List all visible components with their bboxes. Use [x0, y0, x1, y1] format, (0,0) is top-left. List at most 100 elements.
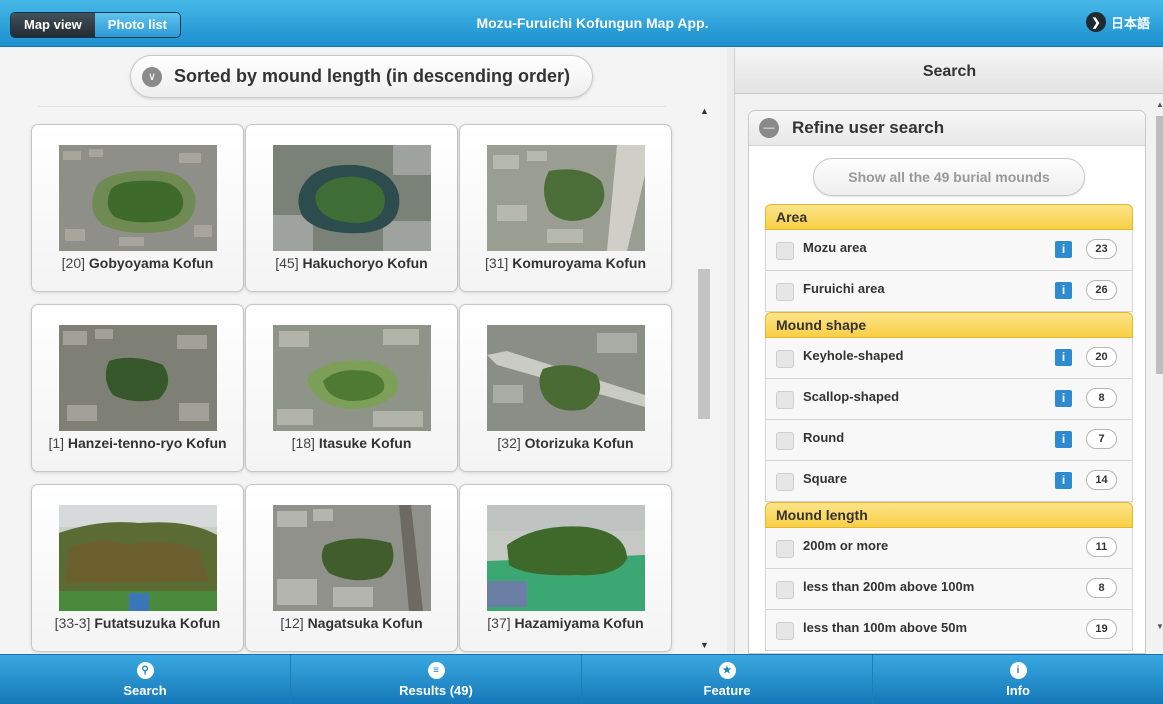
photo-card[interactable]: [18] Itasuke Kofun: [245, 304, 458, 472]
kofun-photo: [487, 145, 645, 251]
chevron-down-icon: ∨: [142, 66, 162, 87]
info-icon[interactable]: i: [1055, 282, 1072, 299]
photo-list-panel: ∨ Sorted by mound length (in descending …: [0, 48, 727, 654]
filter-option[interactable]: Keyhole-shaped i 20: [765, 338, 1133, 379]
filter-option[interactable]: Square i 14: [765, 461, 1133, 502]
checkbox[interactable]: [776, 622, 794, 640]
scroll-down-icon[interactable]: ▼: [1156, 622, 1163, 631]
info-icon[interactable]: i: [1055, 349, 1072, 366]
app-header: Map view Photo list Mozu-Furuichi Kofung…: [0, 0, 1163, 47]
kofun-id: [1]: [48, 435, 65, 451]
checkbox[interactable]: [776, 242, 794, 260]
photo-card[interactable]: [20] Gobyoyama Kofun: [31, 124, 244, 292]
filter-option[interactable]: Round i 7: [765, 420, 1133, 461]
photo-card[interactable]: [37] Hazamiyama Kofun: [459, 484, 672, 652]
tab-results[interactable]: ≡ Results (49): [291, 655, 582, 704]
info-icon[interactable]: i: [1055, 472, 1072, 489]
filter-option-label: Scallop-shaped: [803, 389, 900, 404]
photo-caption: [12] Nagatsuka Kofun: [246, 615, 457, 631]
info-icon[interactable]: i: [1055, 390, 1072, 407]
checkbox[interactable]: [776, 581, 794, 599]
photo-card[interactable]: [45] Hakuchoryo Kofun: [245, 124, 458, 292]
count-badge: 26: [1086, 280, 1117, 300]
app-title: Mozu-Furuichi Kofungun Map App.: [476, 15, 709, 31]
refine-search-section: — Refine user search Show all the 49 bur…: [748, 110, 1146, 654]
kofun-id: [32]: [497, 435, 521, 451]
kofun-photo: [487, 325, 645, 431]
photo-card[interactable]: [31] Komuroyama Kofun: [459, 124, 672, 292]
filter-option-label: Mozu area: [803, 240, 867, 255]
kofun-name: Hanzei-tenno-ryo Kofun: [67, 435, 227, 451]
count-badge: 20: [1086, 347, 1117, 367]
photo-card[interactable]: [33-3] Futatsuzuka Kofun: [31, 484, 244, 652]
photo-list-scrollbar[interactable]: ▲ ▼: [695, 106, 713, 654]
checkbox[interactable]: [776, 283, 794, 301]
kofun-photo: [59, 145, 217, 251]
filter-option-label: 200m or more: [803, 538, 889, 553]
photo-card[interactable]: [1] Hanzei-tenno-ryo Kofun: [31, 304, 244, 472]
kofun-photo: [59, 325, 217, 431]
tab-label: Feature: [703, 682, 751, 698]
filter-group-header: Mound shape: [765, 312, 1133, 338]
scroll-down-icon[interactable]: ▼: [700, 640, 709, 650]
checkbox[interactable]: [776, 432, 794, 450]
kofun-id: [20]: [61, 255, 85, 271]
filter-option[interactable]: Scallop-shaped i 8: [765, 379, 1133, 420]
scroll-up-icon[interactable]: ▲: [700, 106, 709, 116]
count-badge: 14: [1086, 470, 1117, 490]
tab-feature[interactable]: ★ Feature: [582, 655, 873, 704]
checkbox[interactable]: [776, 473, 794, 491]
show-all-button[interactable]: Show all the 49 burial mounds: [813, 158, 1085, 196]
chevron-right-icon: ❯: [1085, 12, 1106, 32]
search-panel-scrollbar[interactable]: ▲ ▼: [1154, 100, 1163, 640]
photo-card[interactable]: [12] Nagatsuka Kofun: [245, 484, 458, 652]
checkbox[interactable]: [776, 391, 794, 409]
tab-label: Search: [123, 682, 167, 698]
filter-option[interactable]: less than 100m above 50m 19: [765, 610, 1133, 651]
kofun-name: Komuroyama Kofun: [512, 255, 647, 271]
filter-option[interactable]: 200m or more 11: [765, 528, 1133, 569]
filter-option-label: Round: [803, 430, 845, 445]
filter-option[interactable]: Mozu area i 23: [765, 230, 1133, 271]
filter-group-header: Mound length: [765, 502, 1133, 528]
filter-option-label: less than 200m above 100m: [803, 579, 975, 594]
divider: [38, 106, 666, 107]
checkbox[interactable]: [776, 350, 794, 368]
info-icon[interactable]: i: [1055, 431, 1072, 448]
kofun-photo: [273, 505, 431, 611]
photo-caption: [31] Komuroyama Kofun: [460, 255, 671, 271]
sort-label: Sorted by mound length (in descending or…: [174, 66, 571, 86]
sort-button[interactable]: ∨ Sorted by mound length (in descending …: [130, 55, 593, 98]
search-panel: Search — Refine user search Show all the…: [734, 48, 1163, 654]
list-icon: ≡: [427, 661, 445, 679]
refine-search-header[interactable]: — Refine user search: [749, 111, 1145, 146]
filter-group-header: Area: [765, 204, 1133, 230]
photo-caption: [45] Hakuchoryo Kofun: [246, 255, 457, 271]
filter-group-mound-length: Mound length 200m or more 11 less than 2…: [765, 502, 1133, 651]
star-icon: ★: [718, 661, 736, 679]
scroll-up-icon[interactable]: ▲: [1156, 100, 1163, 109]
kofun-photo: [487, 505, 645, 611]
photo-card[interactable]: [32] Otorizuka Kofun: [459, 304, 672, 472]
tab-search[interactable]: ⚲ Search: [0, 655, 291, 704]
tab-info[interactable]: i Info: [873, 655, 1163, 704]
kofun-id: [45]: [275, 255, 299, 271]
kofun-name: Itasuke Kofun: [318, 435, 412, 451]
tab-label: Results (49): [399, 682, 473, 698]
filter-option[interactable]: less than 200m above 100m 8: [765, 569, 1133, 610]
checkbox[interactable]: [776, 540, 794, 558]
info-icon[interactable]: i: [1055, 241, 1072, 258]
scroll-thumb[interactable]: [1156, 116, 1163, 374]
count-badge: 8: [1086, 388, 1117, 408]
filter-option[interactable]: Furuichi area i 26: [765, 271, 1133, 312]
filter-option-label: Furuichi area: [803, 281, 885, 296]
filter-option-label: less than 100m above 50m: [803, 620, 968, 635]
kofun-name: Otorizuka Kofun: [524, 435, 634, 451]
photo-caption: [37] Hazamiyama Kofun: [460, 615, 671, 631]
kofun-name: Futatsuzuka Kofun: [94, 615, 221, 631]
language-button[interactable]: ❯ 日本語: [1085, 12, 1150, 32]
scroll-thumb[interactable]: [698, 269, 710, 419]
count-badge: 7: [1086, 429, 1117, 449]
photo-caption: [1] Hanzei-tenno-ryo Kofun: [32, 435, 243, 451]
count-badge: 11: [1086, 537, 1117, 557]
